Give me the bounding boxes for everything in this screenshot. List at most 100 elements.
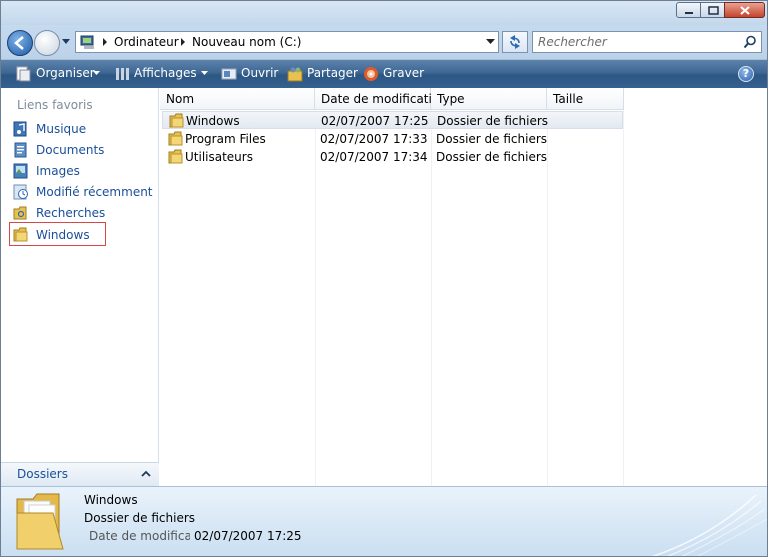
documents-icon xyxy=(14,142,27,158)
folder-icon xyxy=(168,149,183,164)
restore-icon xyxy=(708,6,719,15)
file-type: Dossier de fichiers xyxy=(437,114,549,128)
title-bar xyxy=(1,1,767,25)
images-icon xyxy=(13,163,28,179)
organize-icon xyxy=(16,66,31,82)
details-date-label: Date de modificati... xyxy=(89,529,190,543)
search-box[interactable]: Rechercher xyxy=(532,31,762,53)
favorites-title: Liens favoris xyxy=(17,98,93,112)
nav-item-recherches[interactable]: Recherches xyxy=(9,203,157,223)
column-label: Nom xyxy=(166,92,195,106)
file-type: Dossier de fichiers xyxy=(436,150,548,164)
chevron-down-icon xyxy=(93,71,100,75)
chevron-down-icon xyxy=(201,71,208,75)
file-name: Windows xyxy=(186,114,240,128)
search-icon[interactable] xyxy=(743,35,757,49)
maximize-button[interactable] xyxy=(700,2,725,18)
nav-item-images[interactable]: Images xyxy=(9,161,157,181)
partager-label: Partager xyxy=(307,66,358,80)
computer-icon xyxy=(80,35,94,49)
folders-toggle[interactable]: Dossiers xyxy=(1,462,159,486)
column-divider xyxy=(623,110,624,486)
file-date: 02/07/2007 17:25 xyxy=(321,114,429,128)
folder-icon xyxy=(13,227,28,242)
chevron-right-icon[interactable] xyxy=(180,37,186,47)
help-icon[interactable]: ? xyxy=(738,66,754,82)
graver-label: Graver xyxy=(383,66,425,80)
address-row: Ordinateur Nouveau nom (C:) Rechercher xyxy=(1,25,767,59)
folders-label: Dossiers xyxy=(17,467,68,481)
folder-icon xyxy=(169,113,184,128)
breadcrumb-drive[interactable]: Nouveau nom (C:) xyxy=(192,35,301,49)
decorative-swoosh xyxy=(651,494,767,556)
history-dropdown-icon[interactable] xyxy=(61,36,71,48)
explorer-window: Ordinateur Nouveau nom (C:) Rechercher O… xyxy=(0,0,768,557)
column-label: Date de modificati... xyxy=(321,92,444,106)
column-label: Type xyxy=(437,92,465,106)
file-row-utilisateurs[interactable]: Utilisateurs 02/07/2007 17:34 Dossier de… xyxy=(162,148,623,166)
nav-item-documents[interactable]: Documents xyxy=(9,140,157,160)
partager-button[interactable]: Partager xyxy=(285,60,358,88)
affichages-label: Affichages xyxy=(134,66,197,80)
search-folder-icon xyxy=(13,206,27,220)
graver-button[interactable]: Graver xyxy=(361,60,425,88)
command-toolbar: Organiser Affichages Ouvrir Partager Gra… xyxy=(1,59,767,88)
ouvrir-button[interactable]: Ouvrir xyxy=(219,60,279,88)
nav-label: Musique xyxy=(36,122,87,136)
column-header-taille[interactable]: Taille xyxy=(547,88,624,110)
file-name: Program Files xyxy=(185,132,266,146)
column-label: Taille xyxy=(553,92,584,106)
nav-label: Recherches xyxy=(36,206,106,220)
minimize-icon xyxy=(685,12,693,14)
nav-label: Modifié récemment xyxy=(36,185,153,199)
burn-disc-icon xyxy=(364,67,378,81)
arrow-left-icon xyxy=(14,36,24,50)
nav-label: Documents xyxy=(36,143,105,157)
details-date-value: 02/07/2007 17:25 xyxy=(194,529,302,543)
file-type: Dossier de fichiers xyxy=(436,132,548,146)
recent-icon xyxy=(13,184,28,200)
close-icon xyxy=(740,6,750,15)
column-divider xyxy=(315,110,316,486)
ouvrir-label: Ouvrir xyxy=(241,66,279,80)
content-area: Liens favoris Musique Documents Images M… xyxy=(1,88,767,486)
nav-label: Images xyxy=(36,164,80,178)
share-icon xyxy=(287,67,303,82)
column-divider xyxy=(431,110,432,486)
file-row-program-files[interactable]: Program Files 02/07/2007 17:33 Dossier d… xyxy=(162,130,623,148)
nav-label: Windows xyxy=(36,228,90,242)
close-button[interactable] xyxy=(724,2,765,18)
details-type: Dossier de fichiers xyxy=(84,511,196,525)
chevron-right-icon[interactable] xyxy=(102,37,108,47)
address-bar[interactable]: Ordinateur Nouveau nom (C:) xyxy=(75,31,499,53)
refresh-icon xyxy=(510,35,520,49)
search-input[interactable]: Rechercher xyxy=(538,35,607,49)
file-row-windows[interactable]: Windows 02/07/2007 17:25 Dossier de fich… xyxy=(162,111,623,129)
back-button[interactable] xyxy=(7,30,33,56)
folder-icon xyxy=(168,131,183,146)
refresh-button[interactable] xyxy=(502,31,528,53)
minimize-button[interactable] xyxy=(676,2,701,18)
breadcrumb-ordinateur[interactable]: Ordinateur xyxy=(114,35,179,49)
nav-item-musique[interactable]: Musique xyxy=(9,119,157,139)
nav-item-recent[interactable]: Modifié récemment xyxy=(9,182,157,202)
file-date: 02/07/2007 17:33 xyxy=(320,132,428,146)
details-pane: Windows Dossier de fichiers Date de modi… xyxy=(1,486,767,556)
music-icon xyxy=(13,121,27,137)
organiser-button[interactable]: Organiser xyxy=(11,60,103,88)
column-header-type[interactable]: Type xyxy=(431,88,547,110)
file-name: Utilisateurs xyxy=(185,150,253,164)
details-name: Windows xyxy=(84,493,138,507)
chevron-down-icon[interactable] xyxy=(486,38,496,46)
affichages-button[interactable]: Affichages xyxy=(111,60,211,88)
navigation-pane: Liens favoris Musique Documents Images M… xyxy=(1,88,159,486)
column-header-nom[interactable]: Nom xyxy=(160,88,315,110)
forward-button[interactable] xyxy=(34,30,60,56)
column-header-date[interactable]: Date de modificati... xyxy=(315,88,443,110)
file-list: Nom Date de modificati... Type Taille Wi… xyxy=(160,88,767,486)
nav-item-windows[interactable]: Windows xyxy=(9,222,106,246)
chevron-up-icon xyxy=(141,470,151,477)
file-date: 02/07/2007 17:34 xyxy=(320,150,428,164)
open-icon xyxy=(221,68,237,80)
organiser-label: Organiser xyxy=(36,66,95,80)
